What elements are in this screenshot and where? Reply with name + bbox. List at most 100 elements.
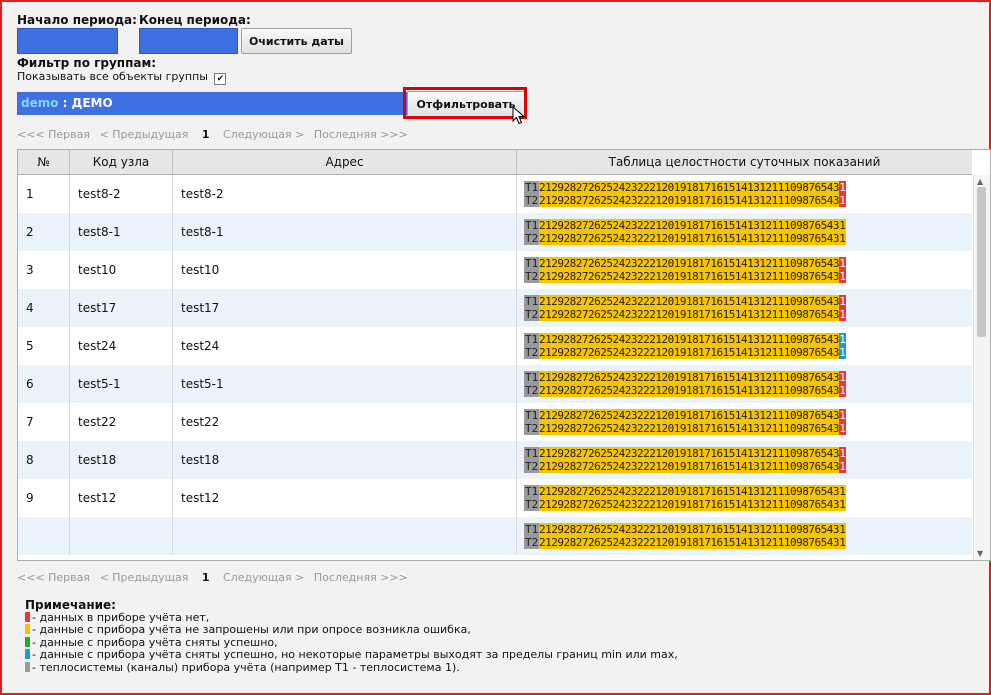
group-name: ДЕМО bbox=[71, 96, 113, 110]
day-cells: 2129282726252423222120191817161514131211… bbox=[539, 181, 840, 194]
table-row[interactable]: 1 test8-2 test8-2 T121292827262524232221201… bbox=[18, 175, 972, 213]
row-num-cell: 8 bbox=[18, 441, 70, 479]
day-cells: 2129282726252423222120191817161514131211… bbox=[539, 232, 840, 245]
day-cell-last: 1 bbox=[839, 257, 847, 270]
integrity-line: T221292827262524232221201918171615141312… bbox=[524, 270, 847, 283]
row-address-cell bbox=[173, 517, 517, 555]
heat-system-label: T2 bbox=[524, 194, 539, 207]
pager-next-link[interactable]: Следующая > bbox=[223, 571, 304, 584]
day-cell-last: 1 bbox=[839, 346, 847, 359]
table-header: № Код узла Адрес Таблица целостности сут… bbox=[18, 150, 972, 175]
mouse-cursor-icon bbox=[512, 106, 526, 125]
table-row[interactable]: T121292827262524232221201918171615141312… bbox=[18, 517, 972, 555]
note-text: - данные с прибора учёта сняты успешно, … bbox=[32, 648, 678, 661]
pager-prev-link[interactable]: < Предыдущая bbox=[100, 571, 189, 584]
heat-system-label: T2 bbox=[524, 498, 539, 511]
color-swatch-icon bbox=[25, 661, 30, 672]
row-node-cell: test8-1 bbox=[70, 213, 173, 251]
header-num: № bbox=[18, 150, 70, 174]
day-cell-last: 1 bbox=[839, 295, 847, 308]
integrity-line: T121292827262524232221201918171615141312… bbox=[524, 333, 847, 346]
integrity-line: T221292827262524232221201918171615141312… bbox=[524, 460, 847, 473]
heat-system-label: T2 bbox=[524, 422, 539, 435]
pager-prev-link[interactable]: < Предыдущая bbox=[100, 128, 189, 141]
table-row[interactable]: 4 test17 test17 T12129282726252423222120191… bbox=[18, 289, 972, 327]
row-node-cell bbox=[70, 517, 173, 555]
table-row[interactable]: 3 test10 test10 T12129282726252423222120191… bbox=[18, 251, 972, 289]
integrity-line: T221292827262524232221201918171615141312… bbox=[524, 384, 847, 397]
note-text: - данные с прибора учёта не запрошены ил… bbox=[32, 623, 471, 636]
day-cell-last: 1 bbox=[839, 333, 847, 346]
heat-system-label: T1 bbox=[524, 219, 539, 232]
day-cells: 2129282726252423222120191817161514131211… bbox=[539, 219, 840, 232]
table-scrollbar[interactable]: ▲ ▼ bbox=[973, 175, 990, 560]
heat-system-label: T1 bbox=[524, 447, 539, 460]
day-cells: 2129282726252423222120191817161514131211… bbox=[539, 447, 840, 460]
heat-system-label: T2 bbox=[524, 536, 539, 549]
integrity-line: T221292827262524232221201918171615141312… bbox=[524, 422, 847, 435]
table-row[interactable]: 5 test24 test24 T12129282726252423222120191… bbox=[18, 327, 972, 365]
show-all-checkbox[interactable]: ✔ bbox=[214, 73, 227, 85]
integrity-line: T221292827262524232221201918171615141312… bbox=[524, 308, 847, 321]
note-text: - данные с прибора учёта сняты успешно, bbox=[32, 635, 278, 649]
integrity-line: T121292827262524232221201918171615141312… bbox=[524, 485, 847, 498]
integrity-strip: T121292827262524232221201918171615141312… bbox=[524, 523, 847, 549]
heat-system-label: T1 bbox=[524, 295, 539, 308]
pager-last-link[interactable]: Последняя >>> bbox=[314, 571, 408, 584]
table-row[interactable]: 7 test22 test22 T12129282726252423222120191… bbox=[18, 403, 972, 441]
heat-system-label: T1 bbox=[524, 485, 539, 498]
scroll-down-icon[interactable]: ▼ bbox=[977, 549, 983, 558]
day-cells: 2129282726252423222120191817161514131211… bbox=[539, 270, 840, 283]
end-date-label: Конец периода: bbox=[139, 13, 251, 27]
day-cell-last: 1 bbox=[839, 194, 847, 207]
integrity-line: T121292827262524232221201918171615141312… bbox=[524, 181, 847, 194]
row-address-cell: test10 bbox=[173, 251, 517, 289]
pager-last-link[interactable]: Последняя >>> bbox=[314, 128, 408, 141]
day-cells: 2129282726252423222120191817161514131211… bbox=[539, 308, 840, 321]
row-node-cell: test12 bbox=[70, 479, 173, 517]
scroll-thumb[interactable] bbox=[977, 187, 986, 337]
row-node-cell: test17 bbox=[70, 289, 173, 327]
show-all-label: Показывать все объекты группы bbox=[17, 70, 208, 83]
row-num-cell: 1 bbox=[18, 175, 70, 213]
day-cell-last: 1 bbox=[839, 181, 847, 194]
group-filter-label: Фильтр по группам: bbox=[17, 56, 157, 70]
start-date-input[interactable] bbox=[17, 28, 118, 54]
heat-system-label: T2 bbox=[524, 460, 539, 473]
heat-system-label: T1 bbox=[524, 409, 539, 422]
show-all-row: Показывать все объекты группы ✔ bbox=[17, 70, 227, 85]
day-cell-last: 1 bbox=[839, 460, 847, 473]
header-address: Адрес bbox=[173, 150, 517, 174]
end-date-input[interactable] bbox=[139, 28, 238, 54]
table-row[interactable]: 2 test8-1 test8-1 T121292827262524232221201… bbox=[18, 213, 972, 251]
integrity-strip: T121292827262524232221201918171615141312… bbox=[524, 257, 847, 283]
day-cell-last: 1 bbox=[839, 498, 847, 511]
day-cell-last: 1 bbox=[839, 308, 847, 321]
color-swatch-icon bbox=[25, 624, 30, 634]
row-address-cell: test24 bbox=[173, 327, 517, 365]
day-cells: 2129282726252423222120191817161514131211… bbox=[539, 346, 840, 359]
day-cell-last: 1 bbox=[839, 485, 847, 498]
pager-first-link[interactable]: <<< Первая bbox=[17, 571, 90, 584]
clear-dates-button[interactable]: Очистить даты bbox=[241, 28, 352, 54]
table-row[interactable]: 6 test5-1 test5-1 T121292827262524232221201… bbox=[18, 365, 972, 403]
header-node: Код узла bbox=[70, 150, 173, 174]
pager-next-link[interactable]: Следующая > bbox=[223, 128, 304, 141]
header-integrity: Таблица целостности суточных показаний bbox=[608, 155, 881, 169]
table-row[interactable]: 9 test12 test12 T12129282726252423222120191… bbox=[18, 479, 972, 517]
integrity-line: T121292827262524232221201918171615141312… bbox=[524, 295, 847, 308]
day-cells: 2129282726252423222120191817161514131211… bbox=[539, 384, 840, 397]
pager-current-page: 1 bbox=[201, 571, 210, 584]
day-cell-last: 1 bbox=[839, 270, 847, 283]
heat-system-label: T1 bbox=[524, 257, 539, 270]
scroll-up-icon[interactable]: ▲ bbox=[977, 177, 983, 186]
integrity-strip: T121292827262524232221201918171615141312… bbox=[524, 295, 847, 321]
integrity-strip: T121292827262524232221201918171615141312… bbox=[524, 447, 847, 473]
color-swatch-icon bbox=[25, 611, 30, 622]
table-row[interactable]: 8 test18 test18 T12129282726252423222120191… bbox=[18, 441, 972, 479]
day-cells: 2129282726252423222120191817161514131211… bbox=[539, 295, 840, 308]
pager-first-link[interactable]: <<< Первая bbox=[17, 128, 90, 141]
pager-current-page: 1 bbox=[201, 128, 210, 141]
row-address-cell: test18 bbox=[173, 441, 517, 479]
heat-system-label: T1 bbox=[524, 523, 539, 536]
